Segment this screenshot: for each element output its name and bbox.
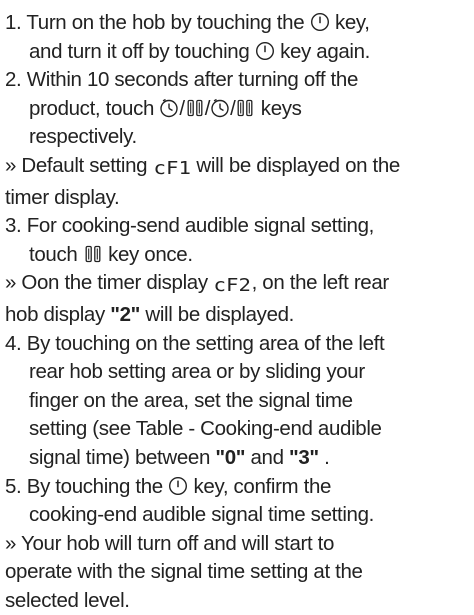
lock-key-icon xyxy=(83,244,103,264)
value-2: "2" xyxy=(110,302,141,326)
step-1-text: key again. xyxy=(274,39,371,63)
step-2-text: product, touch xyxy=(29,96,160,120)
step-4-line-4: setting (see Table - Cooking-end audible xyxy=(29,417,382,441)
step-2-line-3: respectively. xyxy=(29,125,137,149)
note-1-text: will be displayed on the xyxy=(191,153,400,177)
note-2-text: hob display xyxy=(5,302,111,326)
step-4-line-1: 4. By touching on the setting area of th… xyxy=(5,331,385,355)
note-2-text: , on the left rear xyxy=(251,271,390,295)
note-3-line-2: operate with the signal time setting at … xyxy=(5,560,363,584)
note-2-line-1: » Oon the timer display cF2, on the left… xyxy=(5,269,470,301)
note-1-line-2: timer display. xyxy=(5,185,120,209)
step-3-line-1: 3. For cooking-send audible signal setti… xyxy=(5,214,374,238)
display-code-cf2: cF2 xyxy=(213,275,252,297)
step-3-text: touch xyxy=(29,242,83,266)
step-1-text: 1. Turn on the hob by touching the xyxy=(5,11,310,34)
step-5-text: key, confirm the xyxy=(188,474,332,498)
step-4-line-5: signal time) between "0" and "3" . xyxy=(5,444,470,473)
lock-key-icon xyxy=(235,98,255,118)
step-1-text: key, xyxy=(329,11,370,34)
step-1-line-1: 1. Turn on the hob by touching the key, xyxy=(5,9,470,38)
lock-key-icon xyxy=(185,98,205,118)
step-1-line-2: and turn it off by touching key again. xyxy=(5,38,470,67)
step-4-text: signal time) between xyxy=(29,445,216,469)
step-2-text: keys xyxy=(255,96,302,120)
step-4-line-2: rear hob setting area or by sliding your xyxy=(29,360,365,384)
power-key-icon xyxy=(168,476,188,496)
step-5-line-1: 5. By touching the key, confirm the xyxy=(5,473,470,502)
value-0: "0" xyxy=(215,445,246,469)
step-3-line-2: touch key once. xyxy=(5,241,470,270)
step-5-line-2: cooking-end audible signal time setting. xyxy=(29,503,374,527)
power-key-icon xyxy=(255,41,275,61)
value-3: "3" xyxy=(289,445,319,469)
note-3-line-1: » Your hob will turn off and will start … xyxy=(5,531,335,555)
timer-key-icon xyxy=(210,98,230,118)
note-3-line-3: selected level. xyxy=(5,588,130,612)
note-2-text: will be displayed. xyxy=(140,302,295,326)
step-1-text: and turn it off by touching xyxy=(29,39,255,63)
step-4-text: and xyxy=(245,445,290,469)
instruction-document: 1. Turn on the hob by touching the key, … xyxy=(0,0,474,614)
note-2-text: » Oon the timer display xyxy=(5,271,214,295)
power-key-icon xyxy=(310,12,330,32)
step-2-line-2: product, touch / / / keys xyxy=(5,95,470,124)
step-3-text: key once. xyxy=(102,242,193,266)
step-4-text: . xyxy=(318,445,330,469)
step-5-text: 5. By touching the xyxy=(5,474,169,498)
step-4-line-3: finger on the area, set the signal time xyxy=(29,388,353,412)
display-code-cf1: cF1 xyxy=(153,157,191,179)
timer-key-icon xyxy=(159,98,179,118)
note-1-line-1: » Default setting cF1 will be displayed … xyxy=(5,152,470,184)
step-2-line-1: 2. Within 10 seconds after turning off t… xyxy=(5,68,358,92)
note-1-text: » Default setting xyxy=(5,153,153,177)
note-2-line-2: hob display "2" will be displayed. xyxy=(5,301,470,330)
